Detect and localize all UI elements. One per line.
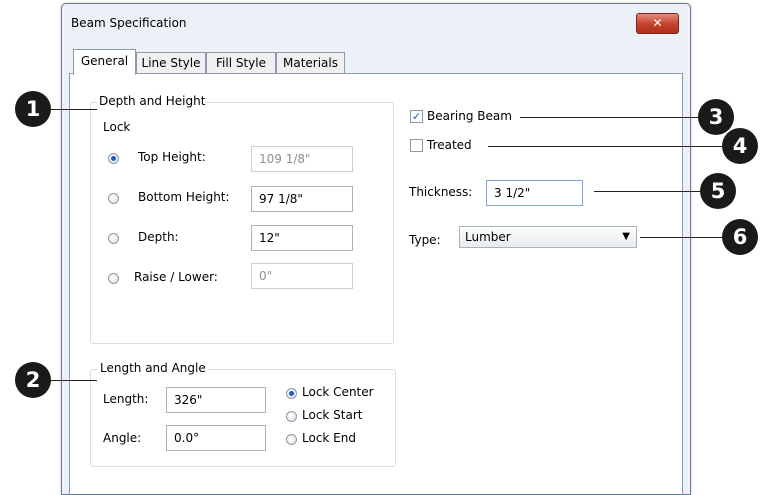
tab-line-style[interactable]: Line Style [136, 52, 206, 74]
treated-label: Treated [427, 138, 472, 152]
raise-lower-label: Raise / Lower: [134, 270, 218, 284]
type-select-value: Lumber [465, 230, 511, 244]
thickness-field[interactable]: 3 1/2" [486, 180, 583, 206]
checkmark-icon: ✓ [411, 110, 422, 123]
tab-general[interactable]: General [73, 49, 136, 75]
length-angle-legend: Length and Angle [98, 361, 208, 375]
bottom-height-field[interactable]: 97 1/8" [251, 186, 353, 212]
callout-3: 3 [698, 99, 734, 135]
lock-start-label: Lock Start [302, 408, 363, 422]
raise-lower-radio[interactable] [108, 273, 119, 284]
bearing-beam-checkbox[interactable]: ✓ [410, 110, 423, 123]
depth-height-group [90, 102, 394, 344]
tab-fill-style[interactable]: Fill Style [206, 52, 276, 74]
type-select[interactable]: Lumber ▼ [459, 226, 637, 248]
type-label: Type: [409, 233, 441, 247]
bearing-beam-label: Bearing Beam [427, 109, 512, 123]
callout-3-leader [520, 117, 716, 118]
thickness-label: Thickness: [409, 185, 473, 199]
close-icon: ✕ [652, 16, 663, 30]
raise-lower-field[interactable]: 0" [251, 263, 353, 289]
lock-label: Lock [103, 120, 131, 134]
callout-5: 5 [700, 173, 736, 209]
length-field[interactable]: 326" [166, 387, 266, 413]
top-height-radio[interactable] [108, 153, 119, 164]
callout-1: 1 [15, 91, 51, 127]
depth-height-legend: Depth and Height [97, 94, 208, 108]
angle-field[interactable]: 0.0° [166, 425, 266, 451]
close-button[interactable]: ✕ [636, 13, 679, 34]
callout-6: 6 [722, 219, 758, 255]
callout-4: 4 [722, 128, 758, 164]
bottom-height-label: Bottom Height: [138, 190, 230, 204]
depth-radio[interactable] [108, 233, 119, 244]
tab-materials[interactable]: Materials [276, 52, 345, 74]
callout-2: 2 [15, 362, 51, 398]
depth-label: Depth: [138, 230, 179, 244]
depth-field[interactable]: 12" [251, 225, 353, 251]
top-height-field[interactable]: 109 1/8" [251, 146, 353, 172]
lock-center-label: Lock Center [302, 385, 374, 399]
lock-center-radio[interactable] [286, 388, 297, 399]
angle-label: Angle: [103, 431, 142, 445]
bottom-height-radio[interactable] [108, 193, 119, 204]
callout-4-leader [488, 146, 740, 147]
top-height-label: Top Height: [138, 150, 206, 164]
lock-end-label: Lock End [302, 431, 356, 445]
window-title: Beam Specification [71, 16, 187, 30]
dropdown-arrow-icon: ▼ [622, 231, 630, 242]
length-label: Length: [103, 392, 149, 406]
lock-end-radio[interactable] [286, 434, 297, 445]
lock-start-radio[interactable] [286, 411, 297, 422]
treated-checkbox[interactable] [410, 139, 423, 152]
